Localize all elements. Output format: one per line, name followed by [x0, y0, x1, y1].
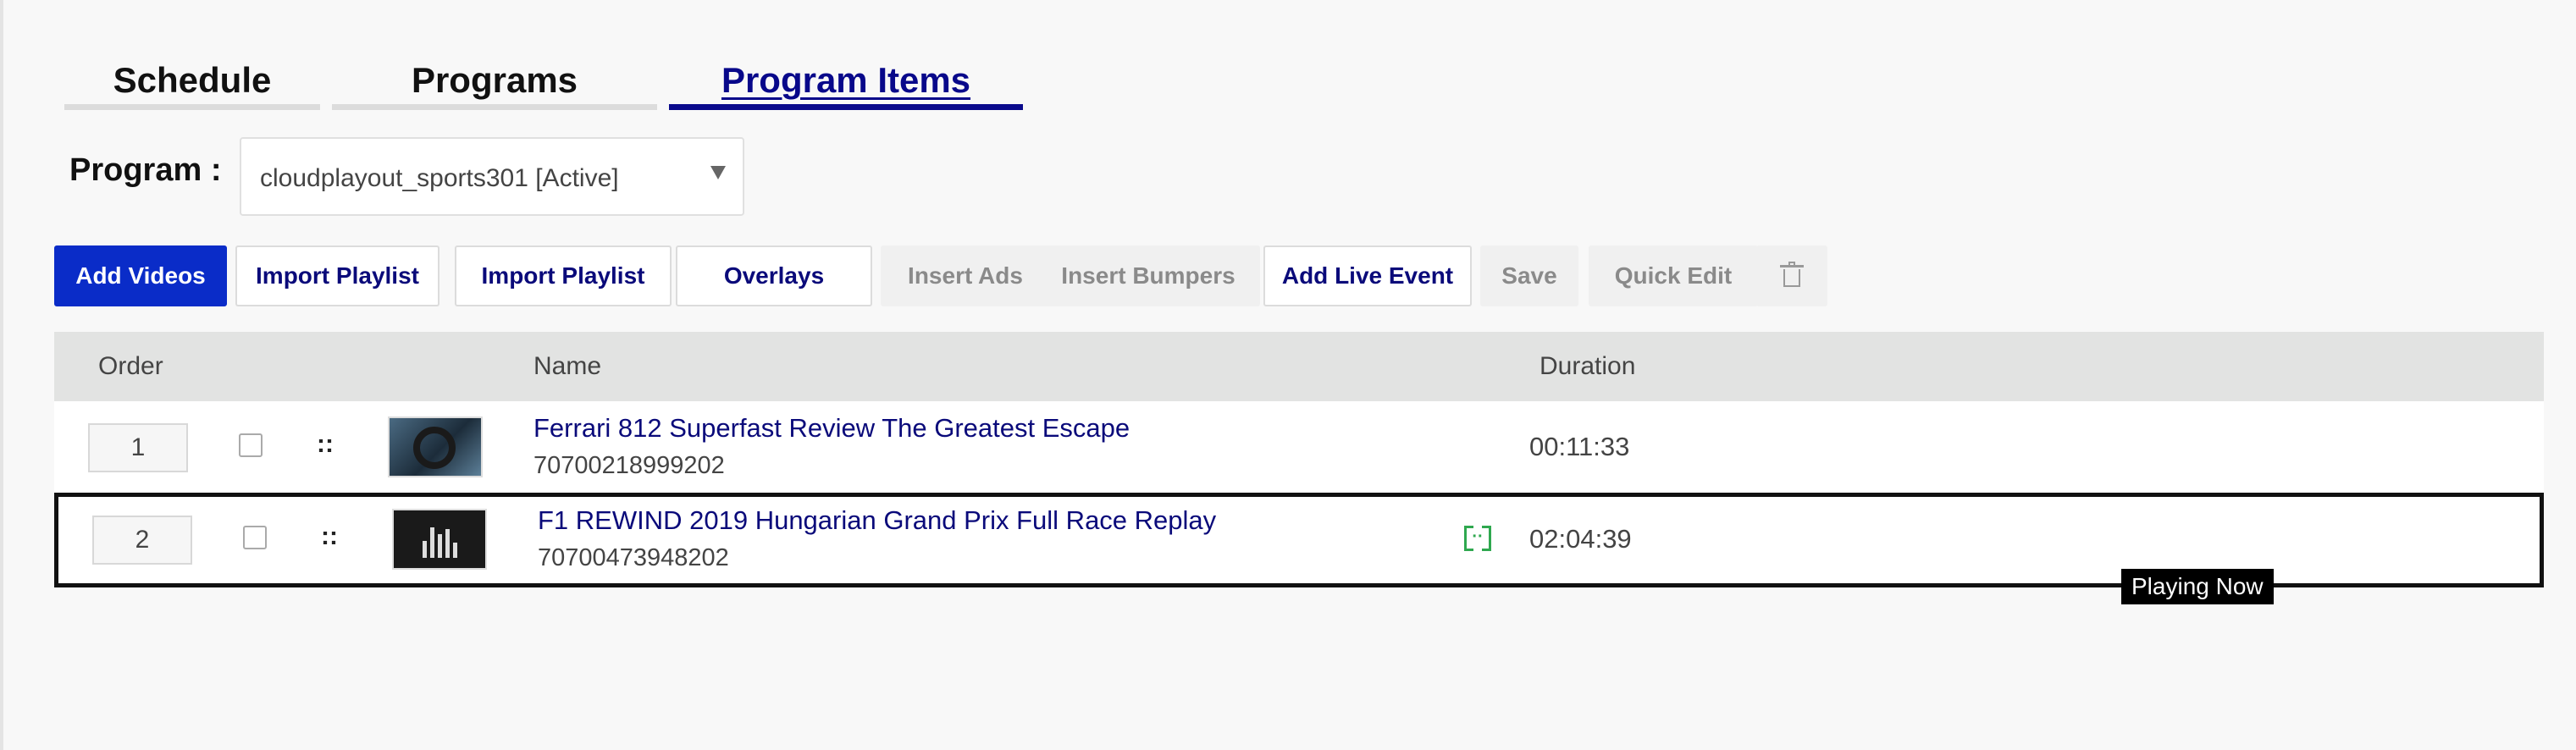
insert-ads-label: Insert Ads — [908, 262, 1023, 289]
item-duration: 00:11:33 — [1529, 432, 1630, 461]
program-label: Program : — [69, 152, 222, 188]
column-header-duration: Duration — [1540, 352, 1636, 380]
item-id: 70700218999202 — [533, 452, 725, 479]
playing-now-badge: Playing Now — [2121, 569, 2274, 604]
item-duration: 02:04:39 — [1529, 524, 1632, 554]
add-live-event-button[interactable]: Add Live Event — [1263, 245, 1472, 306]
tab-programs-label: Programs — [411, 60, 578, 100]
column-header-order: Order — [98, 352, 163, 380]
tab-program-items-label: Program Items — [721, 60, 971, 100]
item-title-link[interactable]: Ferrari 812 Superfast Review The Greates… — [533, 413, 1130, 444]
tab-programs[interactable]: Programs — [332, 59, 657, 110]
video-thumbnail — [392, 509, 487, 570]
left-edge-border — [0, 0, 3, 750]
tab-programs-underline — [332, 104, 657, 110]
drag-handle-icon[interactable]: :: — [317, 430, 334, 459]
table-row[interactable]: 1 :: Ferrari 812 Superfast Review The Gr… — [54, 401, 2544, 494]
import-playlist-button[interactable]: Import Playlist — [235, 245, 439, 306]
order-input[interactable]: 1 — [88, 423, 188, 472]
table-header: Order Name Duration — [54, 332, 2544, 401]
row-checkbox[interactable] — [239, 433, 263, 457]
tab-program-items-underline — [669, 104, 1023, 110]
trash-icon — [1780, 262, 1804, 287]
add-videos-button[interactable]: Add Videos — [54, 245, 227, 306]
row-checkbox[interactable] — [243, 526, 267, 549]
item-id: 70700473948202 — [538, 544, 729, 571]
drag-handle-icon[interactable]: :: — [321, 522, 338, 551]
item-title-link[interactable]: F1 REWIND 2019 Hungarian Grand Prix Full… — [538, 505, 1216, 536]
live-stream-icon: ·· — [1464, 526, 1491, 551]
import-playlist-button-2[interactable]: Import Playlist — [455, 245, 672, 306]
save-button[interactable]: Save — [1480, 245, 1578, 306]
column-header-name: Name — [533, 352, 602, 380]
tab-schedule-label: Schedule — [113, 60, 272, 100]
video-thumbnail — [388, 416, 483, 477]
caret-down-icon — [710, 166, 726, 179]
order-input[interactable]: 2 — [92, 516, 192, 565]
tab-schedule-underline — [64, 104, 320, 110]
tab-schedule[interactable]: Schedule — [64, 59, 320, 110]
program-select-value: cloudplayout_sports301 [Active] — [260, 164, 619, 192]
insert-bumpers-button[interactable]: Insert Bumpers — [1036, 245, 1260, 306]
overlays-button[interactable]: Overlays — [676, 245, 872, 306]
program-select[interactable]: cloudplayout_sports301 [Active] — [240, 137, 744, 216]
quick-edit-button[interactable]: Quick Edit — [1589, 245, 1758, 306]
tab-program-items[interactable]: Program Items — [669, 59, 1023, 110]
delete-button[interactable] — [1756, 245, 1827, 306]
